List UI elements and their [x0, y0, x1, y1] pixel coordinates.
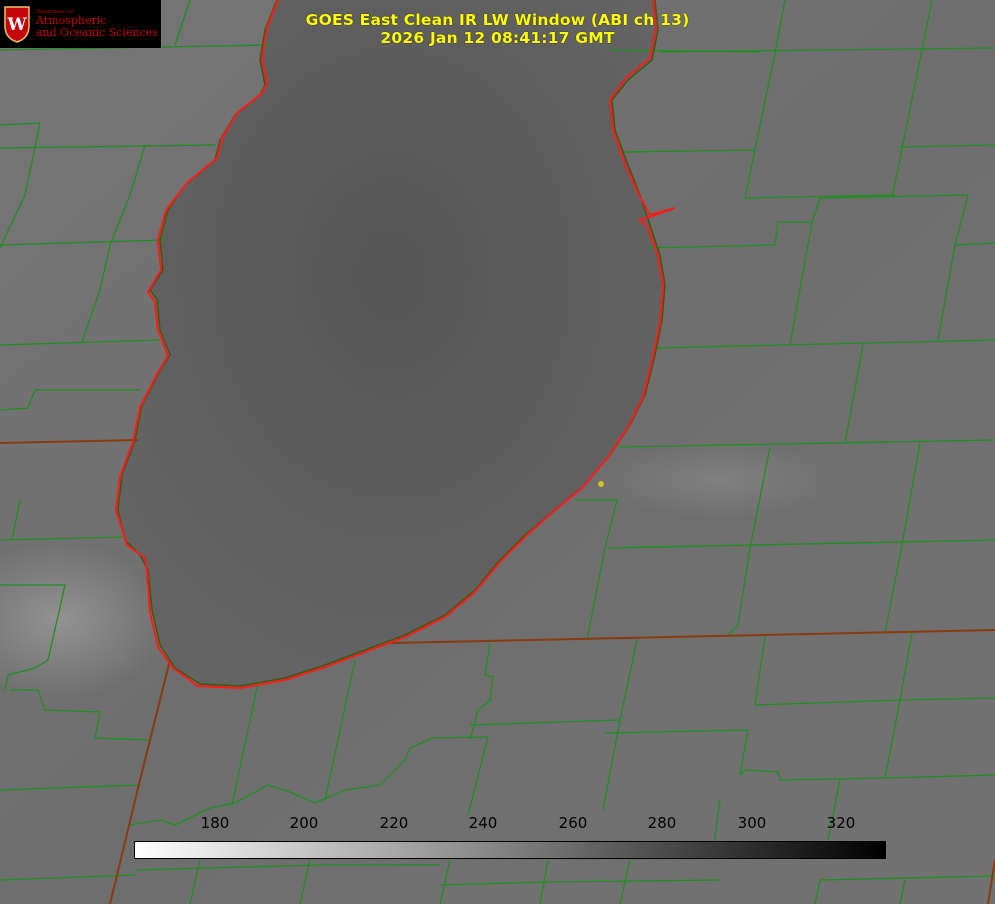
colorbar-tick-label: 300 — [737, 814, 767, 832]
image-title: GOES East Clean IR LW Window (ABI ch 13)… — [270, 11, 725, 47]
location-marker — [598, 481, 604, 487]
colorbar-tick-label: 260 — [558, 814, 588, 832]
colorbar-tick-label: 240 — [468, 814, 498, 832]
colorbar — [134, 841, 886, 859]
colorbar-tick-label: 200 — [289, 814, 319, 832]
crest-letter: W — [6, 15, 27, 35]
colorbar-tick-label: 280 — [647, 814, 677, 832]
title-timestamp: 2026 Jan 12 08:41:17 GMT — [380, 29, 615, 47]
colorbar-tick-label: 220 — [379, 814, 409, 832]
colorbar-tick-label: 320 — [826, 814, 856, 832]
colorbar-tick-label: 180 — [200, 814, 230, 832]
uw-aos-logo: W Department of Atmospheric and Oceanic … — [0, 0, 161, 48]
logo-line2: and Oceanic Sciences — [36, 26, 158, 39]
uw-crest-icon: W — [4, 6, 30, 43]
logo-text: Department of Atmospheric and Oceanic Sc… — [36, 9, 158, 39]
title-product: GOES East Clean IR LW Window (ABI ch 13) — [305, 11, 690, 29]
ir-satellite-map — [0, 0, 995, 904]
colorbar-tick-labels: 180 200 220 240 260 280 300 320 — [0, 812, 995, 836]
satellite-map-stage: W Department of Atmospheric and Oceanic … — [0, 0, 995, 904]
bright-cloud-patch — [600, 440, 840, 520]
